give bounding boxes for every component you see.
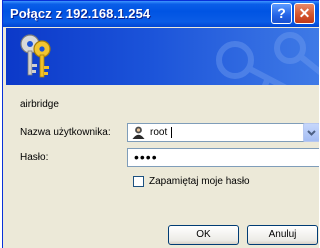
username-field[interactable]: root xyxy=(127,123,319,142)
close-button[interactable]: ✕ xyxy=(294,3,315,24)
keys-icon xyxy=(20,34,51,78)
cancel-button[interactable]: Anuluj xyxy=(247,225,318,245)
remember-password-checkbox[interactable] xyxy=(133,176,144,187)
text-cursor xyxy=(171,127,172,138)
realm-text: airbridge xyxy=(20,99,59,110)
ok-button[interactable]: OK xyxy=(168,225,239,245)
username-value[interactable]: root xyxy=(150,127,167,138)
window-title: Połącz z 192.168.1.254 xyxy=(10,6,151,21)
banner-decoration xyxy=(216,32,319,85)
remember-password-label[interactable]: Zapamiętaj moje hasło xyxy=(149,176,250,187)
password-label: Hasło: xyxy=(20,152,49,163)
login-dialog: Połącz z 192.168.1.254 ? ✕ airbridge Naz… xyxy=(2,0,319,248)
username-dropdown-button[interactable] xyxy=(303,123,319,142)
dialog-content: airbridge Nazwa użytkownika: root Hasło:… xyxy=(6,85,319,248)
title-bar[interactable]: Połącz z 192.168.1.254 ? ✕ xyxy=(3,1,319,27)
chevron-down-icon xyxy=(307,130,316,136)
password-value[interactable]: •••• xyxy=(134,149,158,165)
user-icon xyxy=(132,126,145,139)
dialog-banner xyxy=(6,28,319,85)
help-button[interactable]: ? xyxy=(271,3,292,24)
username-label: Nazwa użytkownika: xyxy=(20,127,111,138)
password-field[interactable]: •••• xyxy=(127,148,319,167)
